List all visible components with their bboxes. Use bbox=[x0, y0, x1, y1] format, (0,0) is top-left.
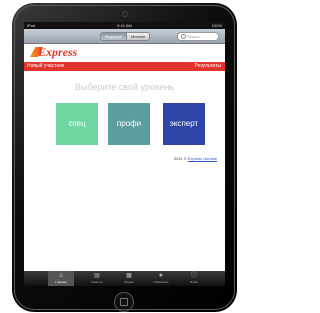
level-spec-button[interactable]: спец bbox=[56, 103, 98, 145]
media-icon: ▦ bbox=[126, 273, 132, 279]
tab-bar: ⌂ Главная ▤ Новости ▦ Медиа ★ Избранное … bbox=[24, 271, 225, 286]
app-screen: iPad 9:41 AM 100% Ведущий Мнение Search … bbox=[24, 22, 225, 286]
segment-host[interactable]: Ведущий bbox=[100, 32, 127, 41]
status-bar: iPad 9:41 AM 100% bbox=[24, 22, 225, 29]
tab-label: Избранное bbox=[153, 280, 169, 284]
copyright: 2011 © Express Ukraine bbox=[174, 156, 217, 161]
news-icon: ▤ bbox=[94, 273, 100, 279]
battery-label: 100% bbox=[211, 23, 222, 28]
logo-text: Express bbox=[38, 45, 78, 59]
tab-label: Инфо bbox=[190, 280, 198, 284]
results-link[interactable]: Результаты bbox=[195, 62, 221, 71]
segmented-control: Ведущий Мнение bbox=[100, 32, 151, 41]
home-icon: ⌂ bbox=[59, 273, 63, 279]
tab-media[interactable]: ▦ Медиа bbox=[116, 271, 142, 286]
level-expert-button[interactable]: эксперт bbox=[163, 103, 205, 145]
page-title: Выберите свой уровень bbox=[74, 82, 175, 92]
tab-news[interactable]: ▤ Новости bbox=[84, 271, 110, 286]
search-placeholder: Search bbox=[187, 34, 200, 39]
camera-icon bbox=[122, 11, 128, 17]
info-icon: ⓘ bbox=[191, 273, 198, 279]
tab-home[interactable]: ⌂ Главная bbox=[48, 271, 74, 286]
tab-info[interactable]: ⓘ Инфо bbox=[181, 271, 207, 286]
home-button[interactable] bbox=[114, 292, 134, 312]
copyright-year: 2011 © bbox=[174, 156, 187, 161]
navigation-bar: Ведущий Мнение Search bbox=[24, 29, 225, 44]
tab-favorites[interactable]: ★ Избранное bbox=[148, 271, 174, 286]
action-bar: Новый участник Результаты bbox=[24, 62, 225, 71]
segment-opinion[interactable]: Мнение bbox=[126, 32, 151, 41]
express-ukraine-link[interactable]: Express Ukraine bbox=[188, 156, 217, 161]
tab-label: Медиа bbox=[124, 280, 134, 284]
new-participant-link[interactable]: Новый участник bbox=[27, 62, 64, 71]
clock-label: 9:41 AM bbox=[117, 23, 132, 28]
star-icon: ★ bbox=[158, 273, 164, 279]
search-icon bbox=[181, 34, 186, 39]
tab-label: Новости bbox=[91, 280, 103, 284]
search-input[interactable]: Search bbox=[177, 32, 219, 41]
tab-label: Главная bbox=[55, 280, 67, 284]
level-profi-button[interactable]: профи bbox=[108, 103, 150, 145]
